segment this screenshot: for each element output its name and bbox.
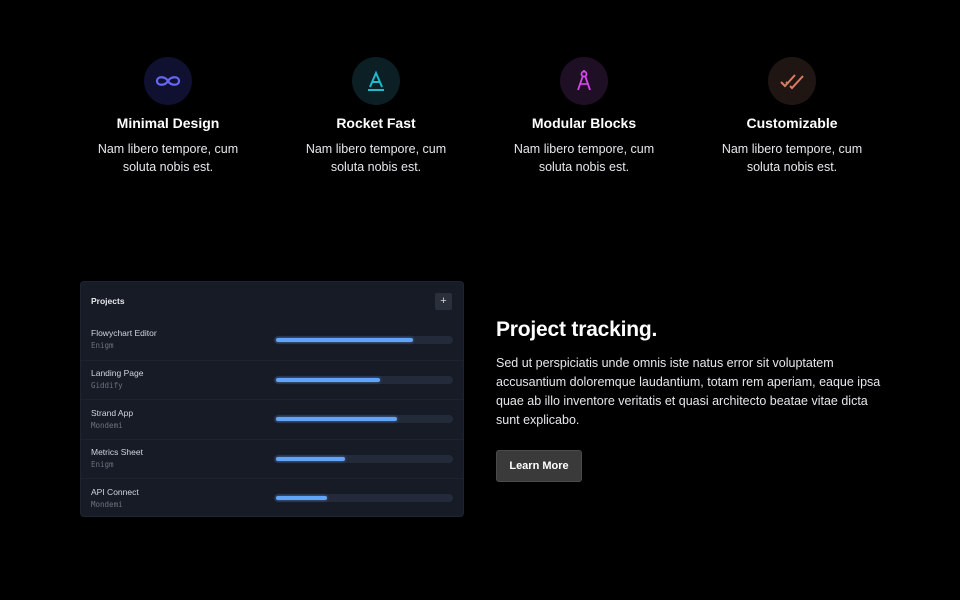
progress-track	[273, 415, 453, 424]
project-info: Strand App Mondemi	[91, 407, 274, 432]
project-name: Strand App	[91, 407, 134, 418]
double-check-icon	[780, 74, 804, 90]
section-body: Sed ut perspiciatis unde omnis iste natu…	[496, 356, 881, 427]
learn-more-button[interactable]: Learn More	[496, 450, 582, 482]
feature-minimal-design: Minimal Design Nam libero tempore, cum s…	[64, 57, 272, 176]
feature-icon-wrap	[560, 57, 608, 105]
project-org: Mondemi	[91, 499, 123, 509]
feature-title: Minimal Design	[116, 115, 220, 131]
feature-desc: Nam libero tempore, cum soluta nobis est…	[513, 142, 655, 174]
project-info: Metrics Sheet Enigm	[91, 446, 274, 471]
progress-fill	[275, 417, 398, 422]
feature-title: Modular Blocks	[531, 115, 637, 131]
projects-card: Projects + Flowychart Editor Enigm Landi…	[80, 281, 464, 517]
project-tracking-section: Project tracking. Sed ut perspiciatis un…	[496, 316, 896, 430]
project-row[interactable]: Landing Page Giddify	[81, 359, 463, 400]
project-info: Flowychart Editor Enigm	[91, 327, 274, 352]
project-row[interactable]: Strand App Mondemi	[81, 399, 463, 439]
project-name: Metrics Sheet	[91, 447, 143, 458]
project-org: Mondemi	[91, 420, 123, 430]
infinity-icon	[155, 76, 181, 86]
project-name: Landing Page	[91, 368, 144, 379]
project-name: API Connect	[91, 486, 139, 497]
feature-title: Customizable	[746, 115, 838, 131]
project-org: Giddify	[91, 381, 123, 391]
feature-desc: Nam libero tempore, cum soluta nobis est…	[721, 142, 863, 174]
feature-icon-wrap	[144, 57, 192, 105]
progress-fill	[275, 496, 328, 501]
progress-track	[273, 494, 453, 503]
feature-rocket-fast: Rocket Fast Nam libero tempore, cum solu…	[272, 57, 480, 176]
project-info: Landing Page Giddify	[91, 367, 274, 392]
progress-fill	[275, 377, 380, 382]
projects-title: Projects	[91, 296, 125, 306]
feature-modular-blocks: Modular Blocks Nam libero tempore, cum s…	[480, 57, 688, 176]
letter-a-icon	[368, 70, 384, 91]
compass-icon	[577, 70, 591, 91]
project-org: Enigm	[91, 341, 114, 351]
feature-desc: Nam libero tempore, cum soluta nobis est…	[305, 142, 447, 174]
feature-desc: Nam libero tempore, cum soluta nobis est…	[97, 142, 239, 174]
feature-title: Rocket Fast	[336, 115, 416, 131]
project-row[interactable]: Flowychart Editor Enigm	[81, 320, 463, 360]
project-name: Flowychart Editor	[91, 328, 157, 339]
section-heading: Project tracking.	[496, 318, 658, 341]
add-project-button[interactable]: +	[435, 292, 452, 310]
project-row[interactable]: API Connect Mondemi	[81, 478, 463, 516]
progress-fill	[275, 337, 414, 342]
progress-fill	[275, 456, 345, 461]
project-list: Flowychart Editor Enigm Landing Page Gid…	[81, 320, 463, 516]
feature-customizable: Customizable Nam libero tempore, cum sol…	[688, 57, 896, 176]
progress-track	[273, 375, 453, 384]
project-org: Enigm	[91, 460, 114, 470]
features-row: Minimal Design Nam libero tempore, cum s…	[64, 57, 896, 176]
feature-icon-wrap	[768, 57, 816, 105]
project-info: API Connect Mondemi	[91, 486, 274, 511]
projects-card-header: Projects +	[81, 282, 463, 320]
progress-track	[273, 335, 453, 344]
progress-track	[273, 454, 453, 463]
feature-icon-wrap	[352, 57, 400, 105]
project-row[interactable]: Metrics Sheet Enigm	[81, 438, 463, 479]
page: Minimal Design Nam libero tempore, cum s…	[0, 0, 960, 600]
